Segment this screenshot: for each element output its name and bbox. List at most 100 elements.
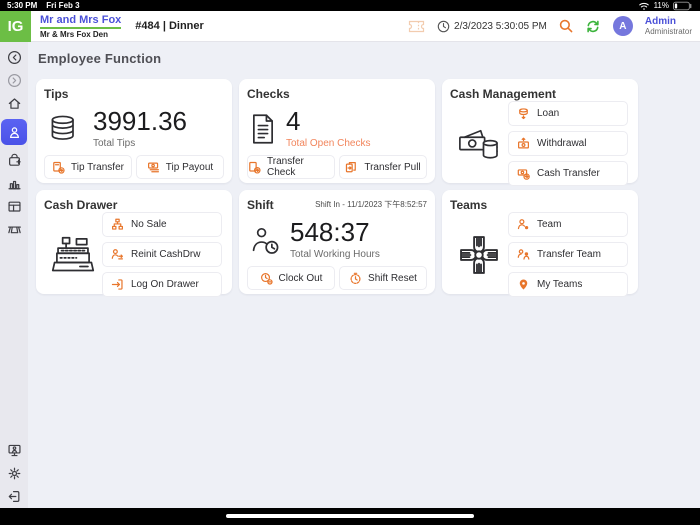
no-sale-label: No Sale	[131, 219, 167, 230]
checks-card: Checks 4 Total Open Checks Transfer Chec…	[239, 79, 435, 183]
chevron-right-circle-icon[interactable]	[7, 73, 22, 88]
chevron-left-circle-icon[interactable]	[7, 50, 22, 65]
reinit-cashdrawer-label: Reinit CashDrw	[131, 249, 201, 260]
checks-title: Checks	[247, 87, 290, 101]
app-header: IG Mr and Mrs Fox Mr & Mrs Fox Den #484 …	[0, 10, 700, 42]
tip-payout-label: Tip Payout	[165, 161, 214, 173]
withdrawal-label: Withdrawal	[537, 138, 587, 149]
cash-transfer-button[interactable]: Cash Transfer	[508, 161, 628, 186]
gear-icon[interactable]	[7, 466, 22, 481]
tips-card: Tips 3991.36 Total Tips Tip Transfer Tip…	[36, 79, 232, 183]
employee-clock-icon	[252, 227, 279, 254]
ios-bottom-bar	[0, 508, 700, 525]
card-grid: Tips 3991.36 Total Tips Tip Transfer Tip…	[32, 79, 700, 297]
cash-register-icon	[51, 236, 95, 271]
transfer-pull-button[interactable]: Transfer Pull	[339, 155, 427, 179]
checks-caption: Total Open Checks	[286, 137, 371, 149]
check-document-icon	[253, 113, 273, 144]
avatar[interactable]: A	[612, 16, 633, 36]
home-indicator[interactable]	[226, 514, 474, 518]
loan-icon	[519, 108, 528, 120]
clock-icon	[437, 20, 450, 32]
team-icon	[517, 219, 529, 230]
shift-in-info: Shift In - 11/1/2023 下午8:52:57	[315, 200, 427, 209]
clock-out-label: Clock Out	[278, 272, 323, 284]
shift-reset-button[interactable]: Shift Reset	[339, 266, 427, 290]
cash-management-title: Cash Management	[450, 87, 557, 101]
sidebar-item-employee[interactable]	[1, 119, 27, 145]
transfer-check-button[interactable]: Transfer Check	[247, 155, 335, 179]
app-screen: 5:30 PM Fri Feb 3 11% IG Mr and Mrs Fox …	[0, 0, 700, 525]
coins-icon	[51, 115, 74, 140]
search-icon[interactable]	[559, 19, 573, 33]
transfer-team-icon	[517, 249, 530, 260]
tip-transfer-label: Tip Transfer	[71, 161, 124, 173]
user-block[interactable]: Admin Administrator	[645, 16, 692, 37]
venue-block[interactable]: Mr and Mrs Fox Mr & Mrs Fox Den	[40, 14, 122, 39]
user-name: Admin	[644, 15, 676, 27]
transfer-team-label: Transfer Team	[537, 249, 601, 260]
logout-icon[interactable]	[7, 489, 22, 504]
no-sale-button[interactable]: No Sale	[102, 212, 222, 237]
shift-card: Shift Shift In - 11/1/2023 下午8:52:57 548…	[239, 190, 435, 294]
tip-payout-button[interactable]: Tip Payout	[136, 155, 224, 179]
ticket-icon[interactable]	[408, 20, 425, 33]
cash-drawer-card: Cash Drawer No Sale Reinit CashDrw Log O…	[36, 190, 232, 297]
log-on-drawer-icon	[111, 279, 123, 290]
loan-label: Loan	[537, 108, 560, 119]
loan-button[interactable]: Loan	[508, 101, 628, 126]
user-role: Administrator	[644, 27, 692, 37]
bag-plus-icon[interactable]	[7, 153, 22, 168]
shift-caption: Total Working Hours	[290, 248, 380, 260]
cash-transfer-icon	[517, 169, 530, 180]
clock-out-button[interactable]: Clock Out	[247, 266, 335, 290]
sidebar	[0, 42, 28, 508]
shift-reset-icon	[350, 272, 361, 284]
status-date: Fri Feb 3	[46, 1, 80, 10]
check-info: #484 | Dinner	[135, 20, 204, 32]
tip-transfer-button[interactable]: Tip Transfer	[44, 155, 132, 179]
my-teams-button[interactable]: My Teams	[508, 272, 628, 297]
wifi-icon	[638, 2, 649, 10]
ios-status-bar: 5:30 PM Fri Feb 3 11%	[0, 0, 700, 11]
chart-icon[interactable]	[7, 176, 22, 191]
cash-management-card: Cash Management Loan Withdrawal Cash Tra…	[442, 79, 638, 186]
employee-icon	[9, 126, 19, 138]
teams-title: Teams	[450, 198, 488, 212]
transfer-check-label: Transfer Check	[267, 156, 304, 178]
tip-transfer-icon	[53, 161, 65, 174]
my-teams-icon	[519, 279, 528, 290]
refresh-icon[interactable]	[585, 19, 601, 34]
table-icon[interactable]	[7, 222, 22, 237]
withdrawal-icon	[518, 137, 529, 149]
app-logo: IG	[0, 10, 31, 42]
shift-title: Shift	[247, 198, 274, 212]
no-sale-icon	[112, 218, 123, 230]
transfer-check-icon	[249, 161, 261, 174]
log-on-drawer-button[interactable]: Log On Drawer	[102, 272, 222, 297]
shift-reset-label: Shift Reset	[368, 272, 417, 284]
monitor-person-icon[interactable]	[7, 443, 22, 458]
header-datetime: 2/3/2023 5:30:05 PM	[454, 20, 547, 32]
cash-coins-icon	[459, 129, 498, 159]
main-content: Employee Function Tips 3991.36 Total Tip…	[28, 42, 700, 508]
tips-caption: Total Tips	[93, 137, 136, 149]
transfer-pull-icon	[346, 161, 357, 172]
checks-value: 4	[286, 106, 301, 137]
reinit-cashdrawer-icon	[111, 249, 123, 260]
shift-value: 548:37	[290, 217, 370, 248]
teams-card: Teams Team Transfer Team My Teams	[442, 190, 638, 297]
venue-name: Mr and Mrs Fox	[40, 14, 122, 29]
page-title: Employee Function	[38, 51, 162, 66]
team-button[interactable]: Team	[508, 212, 628, 237]
tips-value: 3991.36	[93, 106, 187, 137]
home-icon[interactable]	[7, 96, 22, 111]
reinit-cashdrawer-button[interactable]: Reinit CashDrw	[102, 242, 222, 267]
transfer-team-button[interactable]: Transfer Team	[508, 242, 628, 267]
panel-layout-icon[interactable]	[7, 199, 22, 214]
withdrawal-button[interactable]: Withdrawal	[508, 131, 628, 156]
my-teams-label: My Teams	[537, 279, 583, 290]
tip-payout-icon	[147, 162, 159, 172]
venue-subtitle: Mr & Mrs Fox Den	[40, 29, 109, 39]
cash-transfer-label: Cash Transfer	[537, 168, 600, 179]
